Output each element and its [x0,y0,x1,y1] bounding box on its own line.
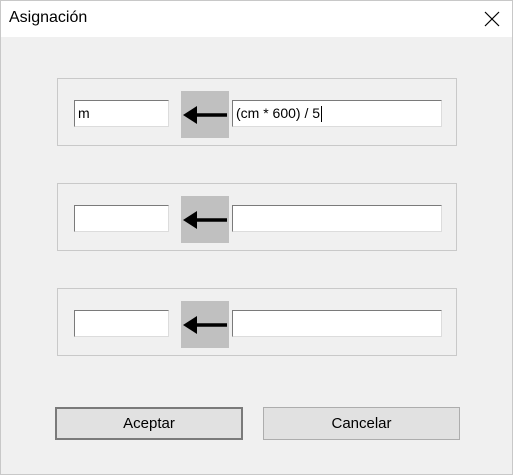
left-arrow-icon [183,316,227,334]
assign-arrow-button-1[interactable] [181,91,229,138]
title-bar: Asignación [1,1,512,37]
assign-arrow-button-3[interactable] [181,301,229,348]
left-arrow-icon [183,211,227,229]
target-variable-input-3[interactable] [74,310,169,337]
assignment-row-3 [57,288,457,356]
target-variable-input-2[interactable] [74,205,169,232]
expression-input-3[interactable] [232,310,442,337]
target-variable-input-1[interactable]: m [74,100,169,127]
expression-input-2[interactable] [232,205,442,232]
assignment-row-2 [57,183,457,251]
assign-arrow-button-2[interactable] [181,196,229,243]
expression-input-1[interactable]: (cm * 600) / 5 [232,100,442,127]
left-arrow-icon [183,106,227,124]
assignment-dialog: Asignación m (cm * 600) / 5 Aceptar Canc… [0,0,513,475]
accept-button[interactable]: Aceptar [55,407,243,440]
cancel-button[interactable]: Cancelar [263,407,460,440]
text-caret [321,106,323,123]
assignment-row-1: m (cm * 600) / 5 [57,78,457,146]
close-icon [484,11,500,27]
close-button[interactable] [471,1,512,37]
dialog-title: Asignación [9,9,88,26]
